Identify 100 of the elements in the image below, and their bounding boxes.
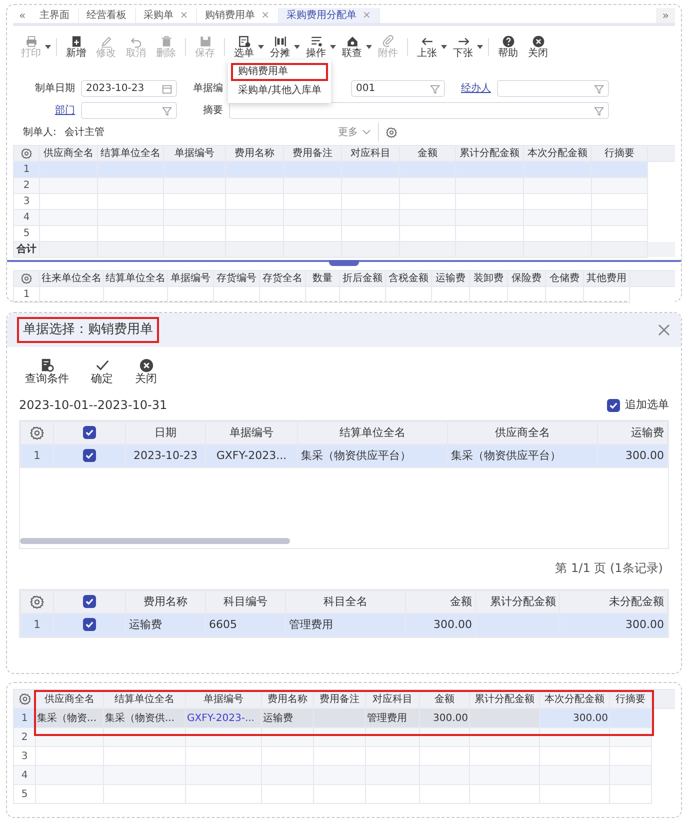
lines-icon [310, 35, 322, 48]
close-icon [138, 358, 154, 373]
toolbar-button[interactable]: 联查 [338, 34, 366, 60]
toolbar-button[interactable]: 分摊 [266, 34, 294, 60]
total-label: 合计 [14, 242, 40, 258]
checkbox[interactable] [607, 398, 620, 412]
table-cell: 管理费用 [286, 614, 406, 637]
table-cell: 300.00 [560, 614, 668, 637]
column-header: 含税金额 [386, 270, 432, 286]
table-cell: 管理费用 [366, 708, 420, 728]
filter-icon [162, 106, 172, 116]
column-header: 单据编号 [206, 422, 298, 445]
row-number: 5 [14, 784, 36, 804]
column-header: 供应商全名 [448, 422, 598, 445]
toolbar-button[interactable]: 关闭 [131, 357, 161, 386]
column-header: 保险费 [508, 270, 546, 286]
column-header: 装卸费 [470, 270, 508, 286]
row-number: 2 [14, 728, 36, 746]
toolbar-button[interactable]: 选单 [230, 34, 258, 60]
field-label: 制单人: [23, 126, 56, 140]
settings-icon[interactable] [21, 272, 32, 284]
field-label: 制单日期 [34, 82, 75, 96]
field-label-link[interactable]: 经办人 [451, 81, 491, 96]
table-cell: 6605 [206, 614, 286, 637]
column-header: 费用名称 [226, 146, 284, 162]
table-cell-link[interactable]: GXFY-2023-... [186, 708, 262, 728]
settings-icon[interactable] [18, 692, 30, 705]
date-field[interactable]: 2023-10-23 [81, 80, 177, 97]
filter-field[interactable] [81, 102, 177, 119]
column-header: 行摘要 [592, 146, 648, 162]
column-header: 运输费 [432, 270, 470, 286]
filter-field[interactable]: 001 [351, 80, 445, 97]
trash-icon [160, 35, 172, 48]
column-header: 费用名称 [126, 590, 206, 614]
column-header: 结算单位全名 [104, 270, 168, 286]
checkbox[interactable] [83, 595, 96, 608]
checkmark-icon [94, 358, 110, 373]
arrow-right-icon [456, 35, 470, 48]
column-header: 运输费 [598, 422, 668, 445]
column-header: 折后金额 [340, 270, 386, 286]
toolbar-button[interactable]: 查询条件 [21, 357, 73, 386]
settings-icon[interactable] [30, 594, 44, 609]
calendar-icon [162, 84, 172, 94]
checkbox[interactable] [83, 618, 96, 632]
toolbar-button[interactable]: 确定 [87, 357, 117, 386]
toolbar-button[interactable]: 上张 [413, 34, 441, 60]
close-icon[interactable] [657, 323, 671, 337]
row-number: 1 [20, 614, 54, 637]
checkbox[interactable] [83, 449, 96, 462]
toolbar-button[interactable]: 新增 [62, 34, 90, 60]
filter-field[interactable] [229, 102, 609, 119]
table-cell: 2023-10-23 [126, 444, 206, 468]
settings-icon[interactable] [30, 426, 44, 440]
column-header: 费用备注 [284, 146, 342, 162]
menu-item[interactable]: 采购单/其他入库单 [231, 82, 328, 100]
field-label: 摘要 [202, 104, 223, 118]
toolbar-button[interactable]: 关闭 [524, 34, 552, 60]
settings-icon[interactable] [21, 148, 32, 159]
row-number: 4 [14, 210, 40, 226]
field-label-link[interactable]: 部门 [23, 103, 75, 118]
column-header: 累计分配金额 [476, 590, 560, 614]
table-cell: 300.00 [420, 708, 470, 728]
list-check-icon [238, 35, 250, 48]
column-header: 单据编号 [168, 270, 214, 286]
document-plus-icon [70, 35, 82, 48]
help-icon [502, 35, 514, 48]
scroll-right-button[interactable]: » [656, 8, 675, 23]
scrollbar[interactable] [20, 538, 290, 544]
table-cell: 运输费 [262, 708, 314, 728]
menu-item[interactable]: 购销费用单 [231, 63, 328, 81]
column-header: 存货编号 [214, 270, 260, 286]
chevron-down-icon [362, 128, 371, 136]
field-value: 会计主管 [64, 126, 104, 140]
paperclip-icon [382, 35, 394, 48]
settings-icon[interactable] [386, 126, 397, 138]
column-header: 科目编号 [206, 590, 286, 614]
table-cell: 300.00 [540, 708, 610, 728]
column-header: 对应科目 [342, 146, 400, 162]
table-cell: 集采（物资... [36, 708, 104, 728]
toolbar-button[interactable]: 帮助 [494, 34, 522, 60]
toolbar-button[interactable]: 操作 [302, 34, 330, 60]
column-header: 日期 [126, 422, 206, 445]
splitter-handle[interactable] [329, 260, 359, 266]
filter-icon [430, 84, 440, 94]
checkbox[interactable] [83, 426, 96, 440]
toolbar-button[interactable]: 下张 [449, 34, 477, 60]
more-link[interactable]: 更多 [338, 124, 358, 140]
close-icon [532, 35, 544, 48]
filter-field[interactable] [497, 80, 609, 97]
row-number: 1 [14, 708, 36, 728]
tab[interactable]: 采购费用分配单 × [278, 8, 380, 23]
column-header: 累计分配金额 [456, 146, 524, 162]
table-cell: 300.00 [406, 614, 476, 637]
column-header: 金额 [400, 146, 456, 162]
column-header: 数量 [306, 270, 340, 286]
column-header: 未分配金额 [560, 590, 668, 614]
checkbox-label: 追加选单 [625, 396, 669, 413]
row-number: 1 [14, 286, 40, 302]
column-header: 存货全名 [260, 270, 306, 286]
table-cell: 集采（物资供应平台） [298, 444, 448, 468]
